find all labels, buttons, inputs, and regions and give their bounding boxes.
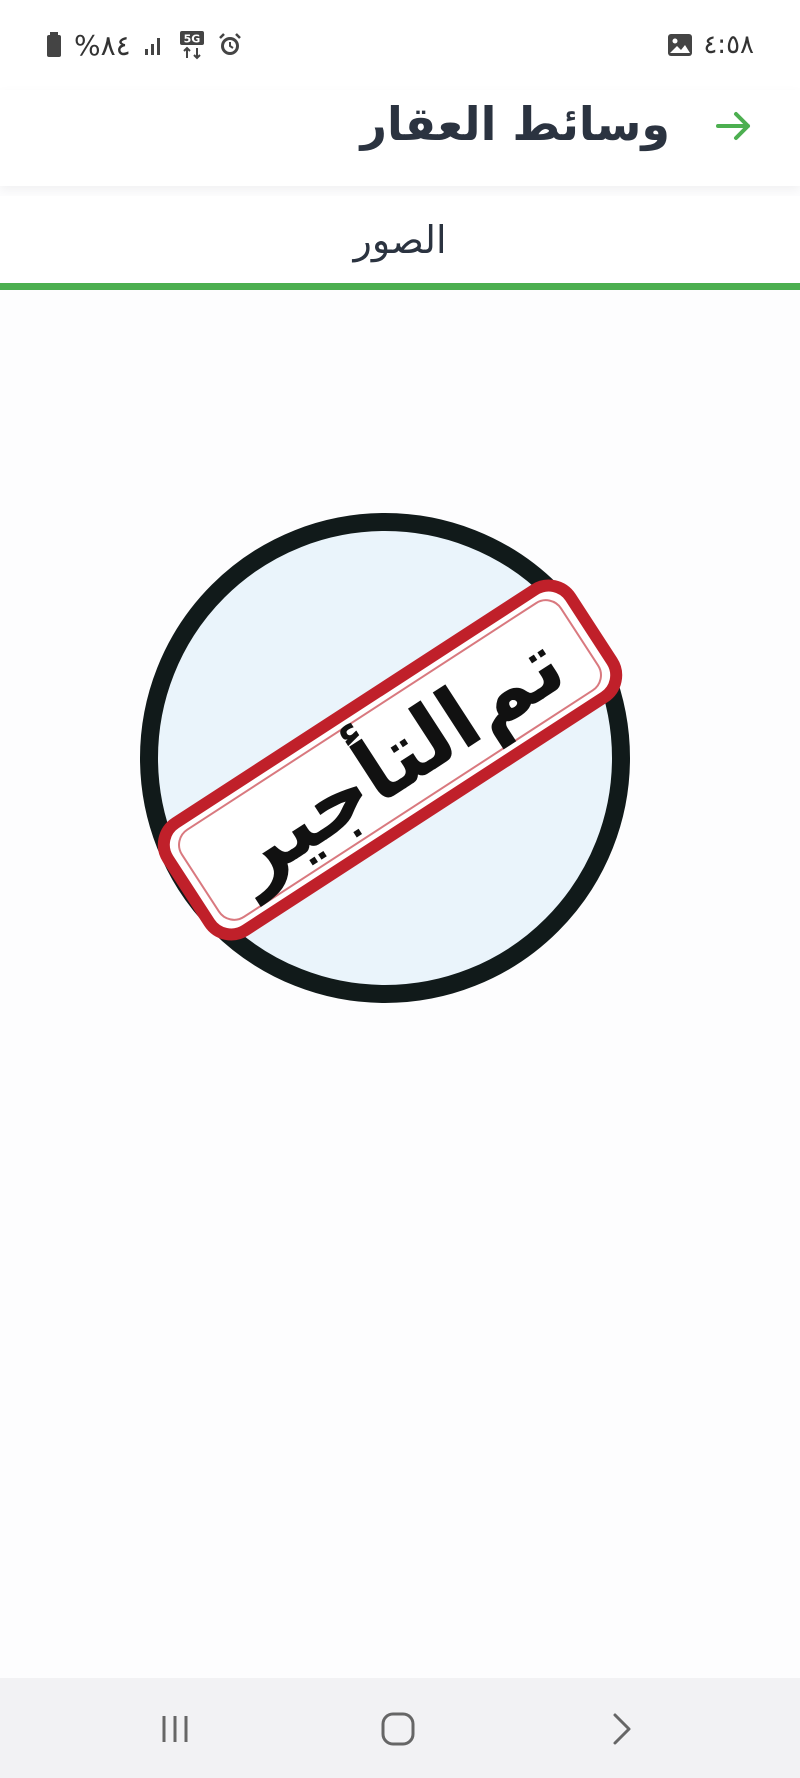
page-title: وسائط العقار — [360, 97, 670, 151]
battery-level: %٨٤ — [74, 28, 131, 62]
app-header: وسائط العقار — [0, 90, 800, 186]
tab-indicator — [0, 283, 800, 290]
signal-icon — [143, 33, 167, 57]
status-bar: %٨٤ 5G ٤:٥٨ — [0, 0, 800, 90]
media-tabs: الصور — [0, 196, 800, 290]
recent-apps-icon — [158, 1712, 192, 1746]
rented-stamp-image: تم التأجير — [140, 513, 630, 1003]
home-button[interactable] — [368, 1704, 428, 1754]
recent-apps-button[interactable] — [145, 1704, 205, 1754]
5g-icon: 5G — [179, 30, 205, 60]
system-nav-bar — [0, 1678, 800, 1778]
status-right: ٤:٥٨ — [667, 26, 754, 64]
back-icon — [607, 1711, 637, 1747]
home-icon — [380, 1711, 416, 1747]
battery-icon — [46, 32, 62, 58]
system-back-button[interactable] — [592, 1704, 652, 1754]
arrow-right-icon — [714, 106, 754, 146]
alarm-icon — [217, 32, 243, 58]
network-label: 5G — [183, 33, 200, 46]
status-left: %٨٤ 5G — [46, 26, 243, 64]
status-time: ٤:٥٨ — [703, 30, 754, 60]
gallery-icon — [667, 32, 693, 58]
back-button[interactable] — [708, 100, 760, 152]
tab-photos[interactable]: الصور — [0, 196, 800, 284]
media-viewer[interactable]: تم التأجير — [0, 290, 800, 1678]
